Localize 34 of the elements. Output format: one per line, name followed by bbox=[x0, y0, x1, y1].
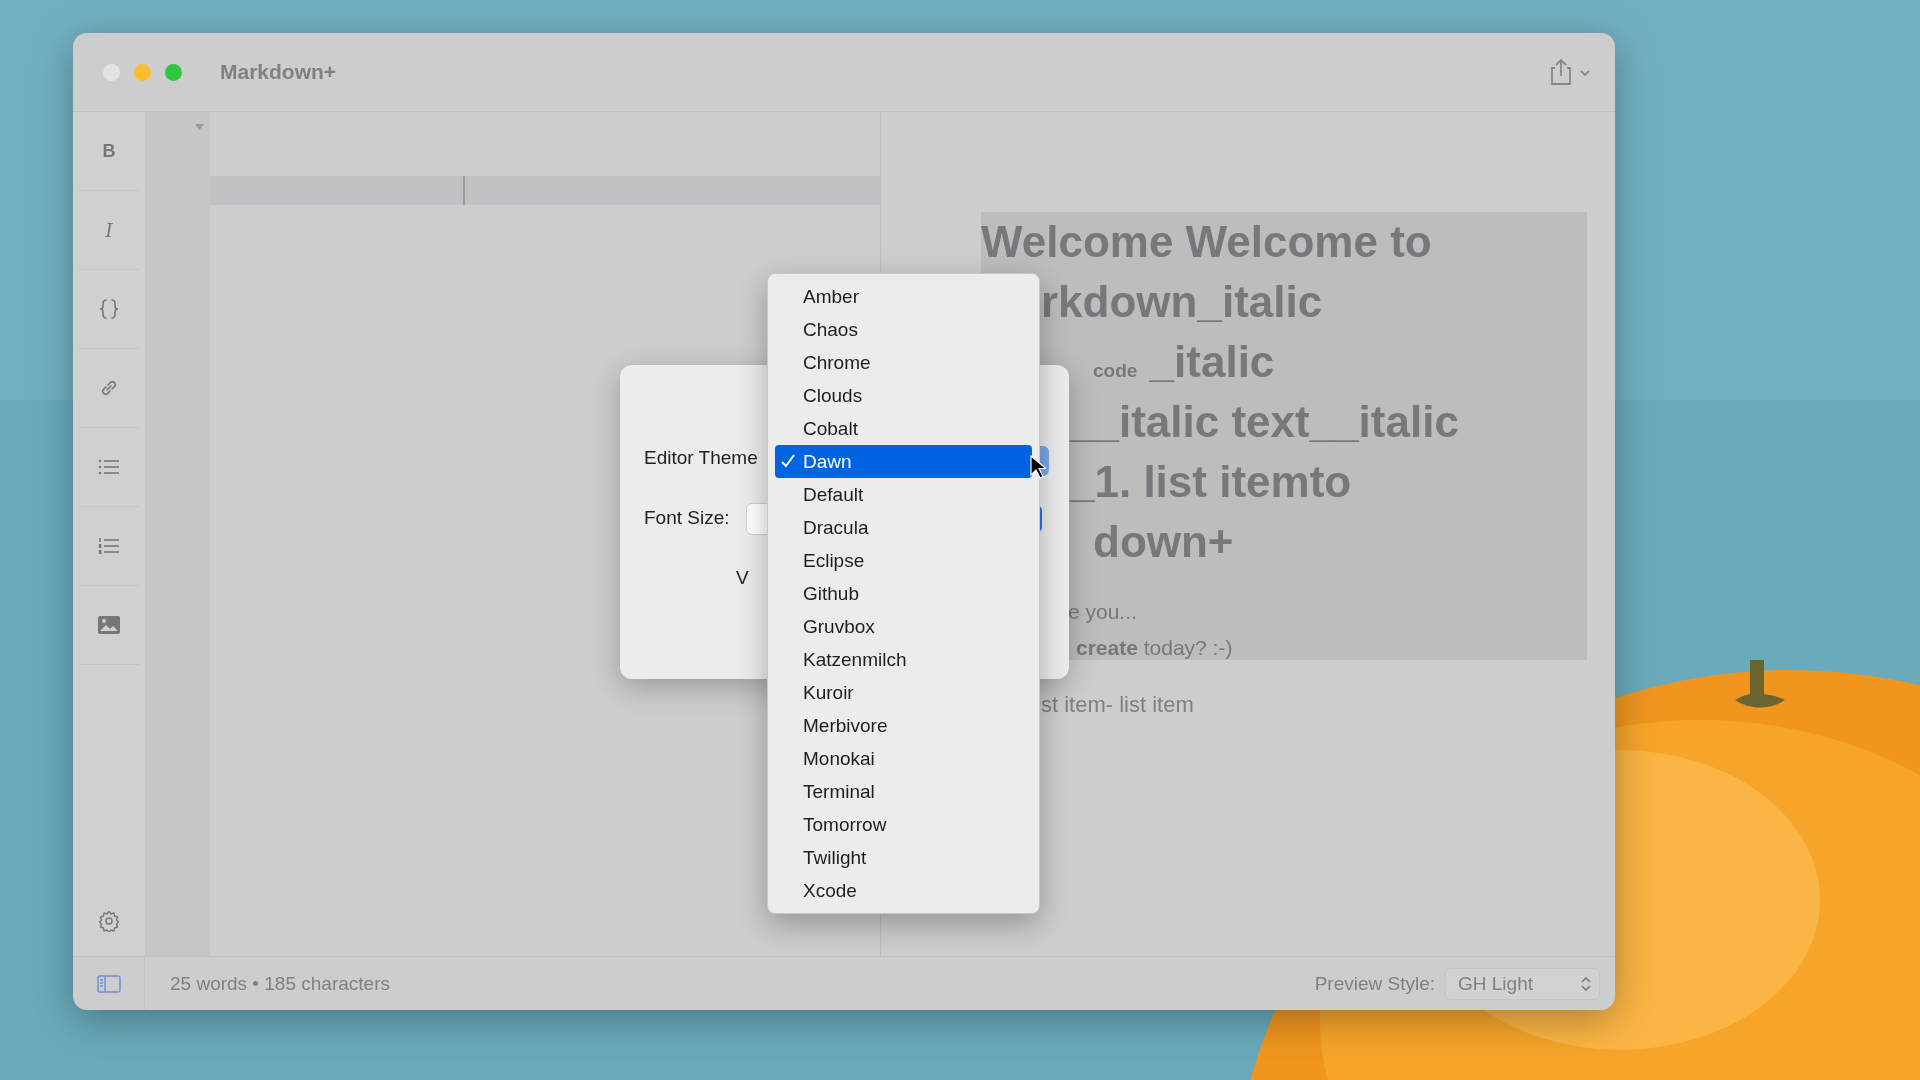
menu-item[interactable]: Gruvbox bbox=[775, 610, 1032, 643]
menu-item[interactable]: Katzenmilch bbox=[775, 643, 1032, 676]
preview-list-item: st item- list item bbox=[1041, 692, 1194, 718]
menu-item[interactable]: Clouds bbox=[775, 379, 1032, 412]
editor-theme-label: Editor Theme bbox=[644, 447, 758, 469]
menu-item[interactable]: Amber bbox=[775, 280, 1032, 313]
menu-item[interactable]: Default bbox=[775, 478, 1032, 511]
menu-item[interactable]: Dawn bbox=[775, 445, 1032, 478]
preview-heading: __italic text__italic bbox=[1070, 396, 1459, 448]
preview-text: e you... bbox=[1068, 599, 1137, 625]
preview-heading: rkdown_italic bbox=[1041, 276, 1323, 328]
preview-text: create today? :-) bbox=[1076, 635, 1233, 661]
menu-item[interactable]: Merbivore bbox=[775, 709, 1032, 742]
menu-item[interactable]: Xcode bbox=[775, 874, 1032, 907]
font-size-label: Font Size: bbox=[644, 507, 730, 529]
menu-item[interactable]: Twilight bbox=[775, 841, 1032, 874]
menu-item[interactable]: Dracula bbox=[775, 511, 1032, 544]
preview-heading: Welcome Welcome to bbox=[981, 216, 1432, 268]
menu-item[interactable]: Monokai bbox=[775, 742, 1032, 775]
preview-style-label: Preview Style: bbox=[1314, 972, 1435, 995]
preview-heading: _1. list itemto bbox=[1070, 456, 1352, 508]
menu-item[interactable]: Chrome bbox=[775, 346, 1032, 379]
dialog-text: V bbox=[736, 567, 749, 589]
word-count: 25 words • 185 characters bbox=[170, 972, 391, 995]
window-title: Markdown+ bbox=[220, 60, 338, 84]
menu-item[interactable]: Terminal bbox=[775, 775, 1032, 808]
menu-item[interactable]: Chaos bbox=[775, 313, 1032, 346]
preview-heading: code _italic bbox=[1093, 336, 1275, 388]
menu-item[interactable]: Cobalt bbox=[775, 412, 1032, 445]
menu-item[interactable]: Github bbox=[775, 577, 1032, 610]
menu-item[interactable]: Eclipse bbox=[775, 544, 1032, 577]
menu-item[interactable]: Tomorrow bbox=[775, 808, 1032, 841]
menu-item[interactable]: Kuroir bbox=[775, 676, 1032, 709]
preview-heading: down+ bbox=[1093, 516, 1234, 568]
